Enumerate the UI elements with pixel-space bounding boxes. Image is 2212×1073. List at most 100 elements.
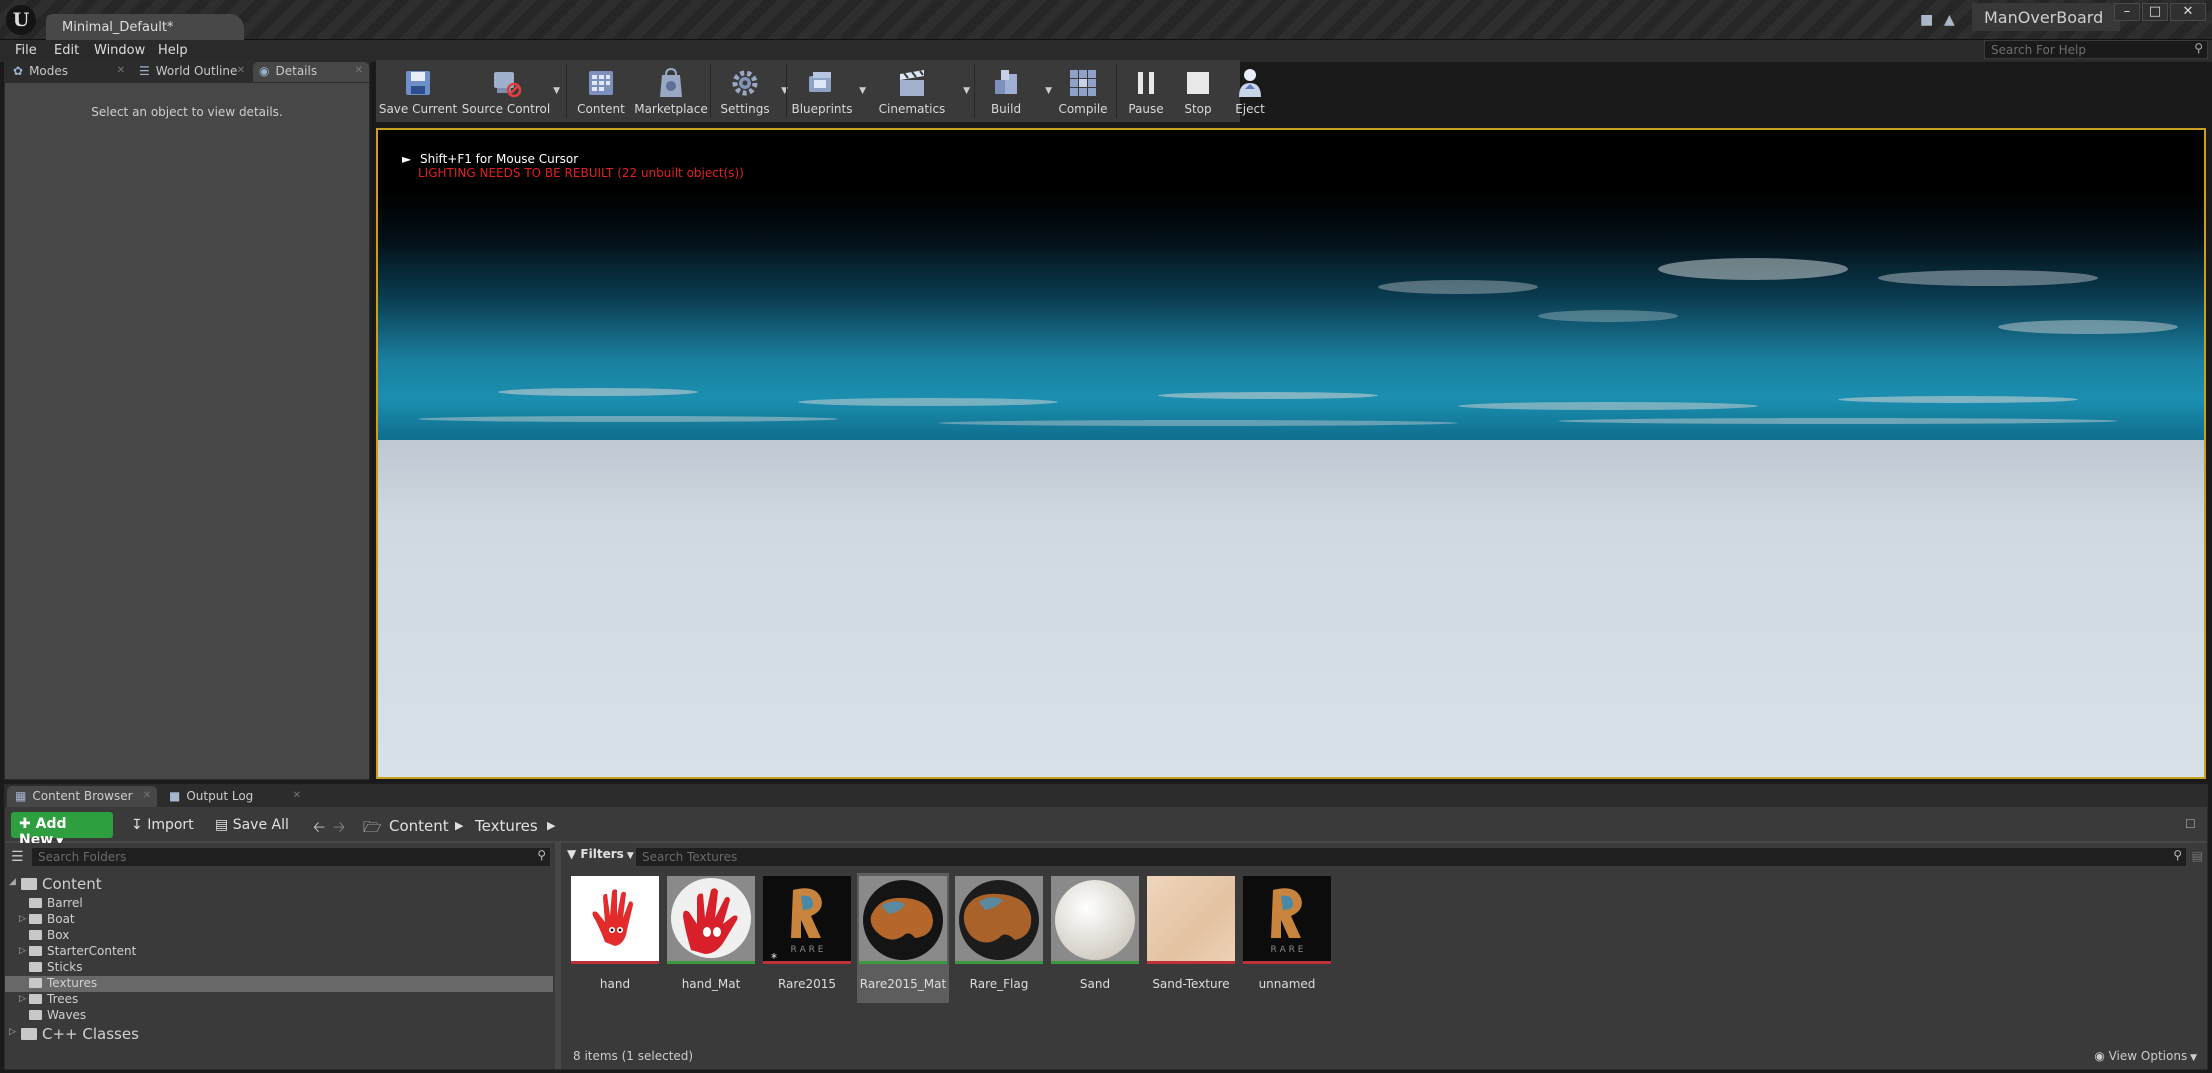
water-foam [1658, 258, 1848, 280]
asset-type-bar [859, 961, 947, 964]
collapsed-arrow-icon[interactable]: ▷ [19, 946, 26, 956]
source-control-dropdown[interactable]: ▼ [550, 60, 562, 122]
chevron-down-icon[interactable]: ▼ [963, 86, 970, 96]
tree-label: C++ Classes [42, 1025, 139, 1043]
save-all-button[interactable]: ▤ Save All [215, 813, 289, 833]
material-sphere-icon [671, 878, 751, 958]
breadcrumb-textures[interactable]: Textures [475, 817, 538, 835]
tab-label: Output Log [186, 789, 254, 803]
asset-name: hand [599, 977, 631, 991]
asset-tile-rare2015[interactable]: R A R E * Rare2015 [761, 873, 853, 1003]
tree-item-sticks[interactable]: Sticks [5, 960, 553, 976]
back-arrow-icon[interactable]: 🡠 [313, 817, 325, 842]
water-foam [1838, 396, 2078, 403]
help-search-placeholder: Search For Help [1991, 43, 2086, 57]
source-control-button[interactable]: Source Control [460, 60, 552, 122]
menu-edit[interactable]: Edit [54, 40, 79, 58]
expand-arrow-icon[interactable]: ◢ [9, 877, 16, 887]
button-label: Eject [1235, 102, 1265, 116]
close-icon[interactable]: ✕ [237, 65, 245, 76]
compile-button[interactable]: Compile [1052, 60, 1114, 122]
tree-item-trees[interactable]: ▷ Trees [5, 992, 553, 1008]
help-search-input[interactable]: Search For Help ⚲ [1984, 40, 2208, 59]
lock-icon[interactable]: ☐ [2185, 817, 2196, 831]
import-button[interactable]: ↧ Import [131, 813, 194, 833]
add-new-button[interactable]: ✚ Add New ▼ [11, 812, 113, 848]
asset-tile-hand[interactable]: hand [569, 873, 661, 1003]
tab-output-log[interactable]: ■ Output Log ✕ [161, 786, 307, 807]
tree-item-content[interactable]: ◢ Content [5, 875, 553, 895]
forward-arrow-icon[interactable]: 🡢 [333, 817, 345, 842]
menu-help[interactable]: Help [158, 40, 188, 58]
chevron-down-icon: ▼ [553, 86, 560, 96]
asset-tile-rare-flag[interactable]: Rare_Flag [953, 873, 1045, 1003]
tab-world-outline[interactable]: ☰ World Outline ✕ [133, 62, 251, 82]
tab-modes[interactable]: ✿ Modes ✕ [7, 62, 131, 82]
tree-item-startercontent[interactable]: ▷ StarterContent [5, 944, 553, 960]
build-button[interactable]: Build ▼ [976, 60, 1052, 122]
graduation-cap-icon[interactable]: ▲ [1944, 12, 1955, 28]
tree-item-cpp-classes[interactable]: ▷ C++ Classes [5, 1025, 553, 1045]
tree-item-barrel[interactable]: Barrel [5, 896, 553, 912]
close-icon[interactable]: ✕ [143, 790, 151, 801]
cinematics-button[interactable]: Cinematics ▼ [866, 60, 970, 122]
stop-button[interactable]: Stop [1172, 60, 1224, 122]
asset-search-placeholder: Search Textures [642, 850, 738, 864]
folder-icon [29, 962, 42, 972]
close-icon[interactable]: ✕ [117, 65, 125, 76]
collapsed-arrow-icon[interactable]: ▷ [19, 994, 26, 1004]
close-button[interactable]: ✕ [2170, 3, 2206, 21]
view-options-button[interactable]: ◉ View Options ▼ [2094, 1049, 2197, 1063]
pause-button[interactable]: Pause [1120, 60, 1172, 122]
tab-content-browser[interactable]: ▦ Content Browser ✕ [7, 786, 157, 807]
blueprints-button[interactable]: Blueprints ▼ [782, 60, 866, 122]
viewport-expand-arrow-icon[interactable]: ► [402, 152, 411, 166]
chat-bubble-icon[interactable]: ■ [1920, 12, 1933, 28]
marketplace-button[interactable]: Marketplace [634, 60, 708, 122]
toolbar-divider [566, 64, 567, 118]
breadcrumb-content[interactable]: Content [389, 817, 449, 835]
document-tab[interactable]: Minimal_Default* [46, 14, 244, 40]
button-label: Settings [720, 102, 770, 116]
asset-tile-sand[interactable]: Sand [1049, 873, 1141, 1003]
chevron-down-icon[interactable]: ▼ [859, 86, 866, 96]
asset-tile-hand-mat[interactable]: hand_Mat [665, 873, 757, 1003]
asset-search-input[interactable]: Search Textures ⚲ [635, 847, 2187, 867]
tree-item-box[interactable]: Box [5, 928, 553, 944]
unreal-engine-logo-icon[interactable]: U [6, 5, 36, 35]
save-all-label: Save All [232, 817, 289, 833]
collapsed-arrow-icon[interactable]: ▷ [19, 914, 26, 924]
close-icon[interactable]: ✕ [355, 65, 363, 76]
asset-name: Sand [1079, 977, 1111, 991]
breadcrumb-separator-icon[interactable]: ▶ [547, 819, 555, 832]
tree-toggle-icon[interactable]: ☰ [11, 849, 24, 865]
asset-tile-rare2015-mat[interactable]: Rare2015_Mat [857, 873, 949, 1003]
menu-window[interactable]: Window [94, 40, 145, 58]
filters-button[interactable]: ▼ Filters ▼ [567, 847, 634, 861]
asset-tile-sand-texture[interactable]: Sand-Texture [1145, 873, 1237, 1003]
asset-thumbnail [859, 876, 947, 964]
details-empty-message: Select an object to view details. [91, 105, 283, 119]
close-icon[interactable]: ✕ [293, 790, 301, 801]
panel-tabs: ✿ Modes ✕ ☰ World Outline ✕ ◉ Details ✕ [5, 61, 369, 83]
tree-item-waves[interactable]: Waves [5, 1008, 553, 1024]
content-button[interactable]: Content [570, 60, 632, 122]
eject-button[interactable]: Eject [1224, 60, 1276, 122]
level-viewport[interactable]: ► Shift+F1 for Mouse Cursor LIGHTING NEE… [376, 128, 2206, 779]
content-browser-icon: ▦ [15, 789, 27, 803]
minimize-button[interactable]: – [2114, 3, 2140, 21]
save-current-button[interactable]: Save Current [378, 60, 458, 122]
material-sphere-icon [959, 880, 1039, 960]
tree-item-textures[interactable]: Textures [5, 976, 553, 992]
tab-details[interactable]: ◉ Details ✕ [253, 62, 369, 82]
chevron-down-icon[interactable]: ▼ [1045, 86, 1052, 96]
menu-file[interactable]: File [15, 40, 37, 58]
tree-item-boat[interactable]: ▷ Boat [5, 912, 553, 928]
save-search-icon[interactable]: ▤ [2192, 849, 2203, 863]
folder-search-input[interactable]: Search Folders ⚲ [31, 847, 551, 867]
maximize-button[interactable]: □ [2142, 3, 2168, 21]
collapsed-arrow-icon[interactable]: ▷ [9, 1027, 16, 1037]
settings-button[interactable]: Settings ▼ [714, 60, 788, 122]
asset-tile-unnamed[interactable]: R A R E unnamed [1241, 873, 1333, 1003]
chevron-down-icon: ▼ [623, 851, 634, 861]
